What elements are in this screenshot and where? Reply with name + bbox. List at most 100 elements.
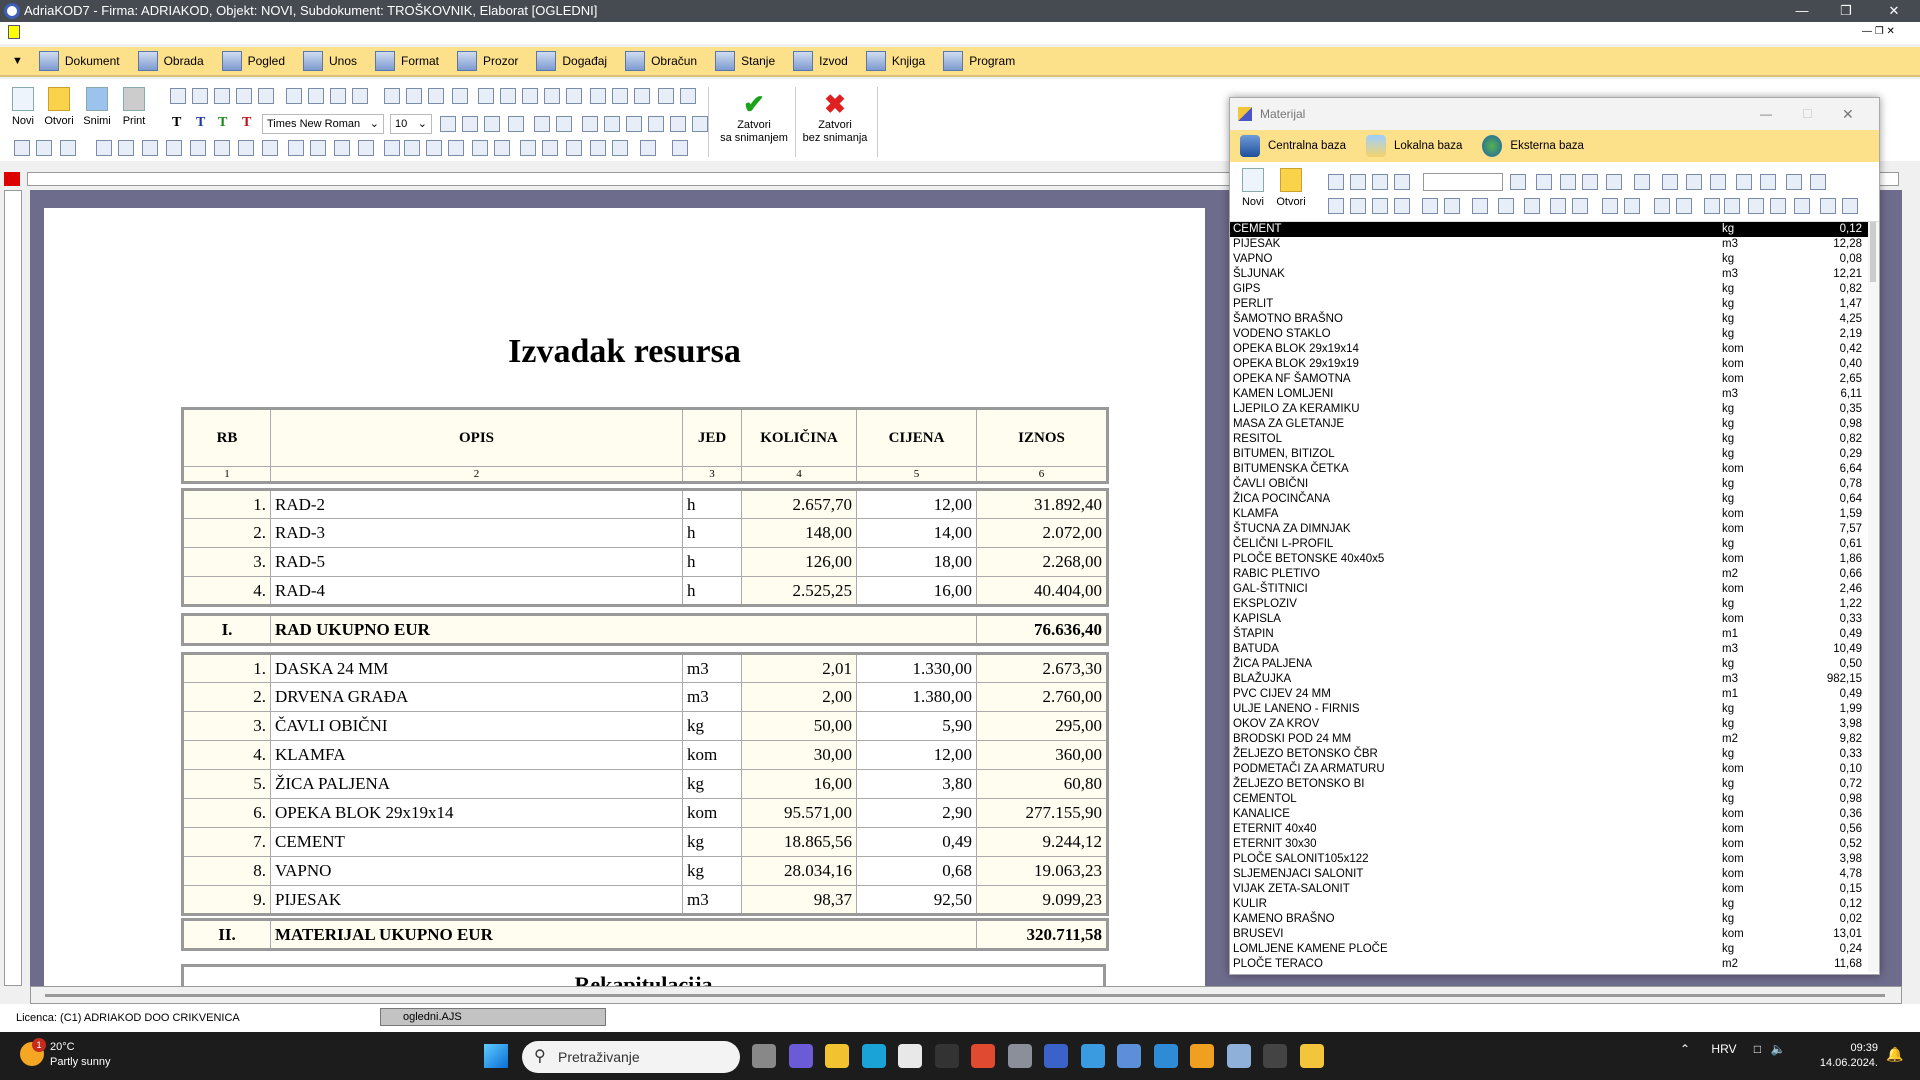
list-item[interactable]: KANALICE kom 0,36 [1230,807,1868,822]
chevron-up-icon[interactable]: ⌃ [1680,1042,1690,1056]
list-item[interactable]: PODMETAČI ZA ARMATURU kom 0,10 [1230,762,1868,777]
table-row[interactable]: 4. RAD-4 h 2.525,25 16,00 40.404,00 [182,576,1108,606]
format-icon[interactable] [692,116,708,132]
toolbar-icon[interactable] [1676,198,1692,214]
toolbar-icon[interactable] [1704,198,1720,214]
list-item[interactable]: CEMENTOL kg 0,98 [1230,792,1868,807]
taskbar-app-icon[interactable] [1226,1044,1251,1068]
list-item[interactable]: BLAŽUJKA m3 982,15 [1230,672,1868,687]
table-row[interactable]: 6. OPEKA BLOK 29x19x14 kom 95.571,00 2,90 277… [182,798,1108,828]
list-item[interactable]: LOMLJENE KAMENE PLOČE kg 0,24 [1230,942,1868,957]
toolbar-icon[interactable] [1634,174,1650,190]
paragraph-icon[interactable] [384,140,400,156]
paragraph-icon[interactable] [404,140,420,156]
taskbar-app-icon[interactable] [1007,1044,1032,1068]
format-icon[interactable] [648,116,664,132]
font-size-select[interactable]: 10 ⌄ [390,114,432,134]
taskbar-app-icon[interactable] [898,1044,922,1068]
toolbar-icon[interactable] [258,88,274,104]
list-item[interactable]: ŠAMOTNO BRAŠNO kg 4,25 [1230,312,1868,327]
list-item[interactable]: KULIR kg 0,12 [1230,897,1868,912]
menu-dropdown-arrow-icon[interactable]: ▼ [12,55,23,67]
close-button[interactable]: ✕ [1874,0,1914,22]
paragraph-icon[interactable] [96,140,112,156]
close-with-save-button[interactable]: ✔ Zatvori sa snimanjem [717,89,791,145]
paragraph-icon[interactable] [542,140,558,156]
list-item[interactable]: PLOČE BETONSKE 40x40x5 kom 1,86 [1230,552,1868,567]
table-row[interactable]: 2. DRVENA GRAĐA m3 2,00 1.380,00 2.760,00 [182,682,1108,712]
horizontal-scrollbar[interactable] [30,986,1902,1004]
toolbar-icon[interactable] [1372,174,1388,190]
toolbar-icon[interactable] [170,88,186,104]
menu-unos[interactable]: Unos [303,51,357,71]
list-item[interactable]: KAMEN LOMLJENI m3 6,11 [1230,387,1868,402]
table-row[interactable]: 2. RAD-3 h 148,00 14,00 2.072,00 [182,518,1108,548]
list-item[interactable]: PIJESAK m3 12,28 [1230,237,1868,252]
toolbar-icon[interactable] [1444,198,1460,214]
list-item[interactable]: RESITOL kg 0,82 [1230,432,1868,447]
format-icon[interactable] [440,116,456,132]
paragraph-icon[interactable] [472,140,488,156]
toolbar-icon[interactable] [1786,174,1802,190]
toolbar-icon[interactable] [1560,174,1576,190]
toolbar-icon[interactable] [1760,174,1776,190]
table-row[interactable]: 3. ČAVLI OBIČNI kg 50,00 5,90 295,00 [182,711,1108,741]
paragraph-icon[interactable] [238,140,254,156]
paragraph-icon[interactable] [142,140,158,156]
table-row[interactable]: 3. RAD-5 h 126,00 18,00 2.268,00 [182,547,1108,577]
toolbar-icon[interactable] [590,88,606,104]
table-row[interactable]: 1. DASKA 24 MM m3 2,01 1.330,00 2.673,30 [182,653,1108,683]
minimize-button[interactable]: — [1760,98,1772,130]
restore-button[interactable]: ❐ [1826,0,1866,22]
list-item[interactable]: PVC CIJEV 24 MM m1 0,49 [1230,687,1868,702]
paragraph-icon[interactable] [214,140,230,156]
list-item[interactable]: OKOV ZA KROV kg 3,98 [1230,717,1868,732]
minimize-button[interactable]: — [1782,0,1822,22]
toolbar-icon[interactable] [1770,198,1786,214]
list-item[interactable]: BITUMEN, BITIZOL kg 0,29 [1230,447,1868,462]
weather-widget[interactable]: 1 20°C Partly sunny [20,1038,111,1070]
clock[interactable]: 09:39 14.06.2024. [1812,1041,1878,1071]
maximize-button[interactable]: ☐ [1802,98,1813,130]
file-tab[interactable]: ogledni.AJS [380,1008,606,1026]
list-item[interactable]: ŠTUCNA ZA DIMNJAK kom 7,57 [1230,522,1868,537]
list-item[interactable]: BITUMENSKA ČETKA kom 6,64 [1230,462,1868,477]
format-icon[interactable] [508,116,524,132]
toolbar-icon[interactable] [192,88,208,104]
toolbar-icon[interactable] [1654,198,1670,214]
format-icon[interactable] [534,116,550,132]
toolbar-icon[interactable] [1736,174,1752,190]
list-item[interactable]: BRODSKI POD 24 MM m2 9,82 [1230,732,1868,747]
font-family-select[interactable]: Times New Roman ⌄ [262,114,384,134]
list-item[interactable]: BATUDA m3 10,49 [1230,642,1868,657]
mdi-controls[interactable]: — ❐ ✕ [1862,26,1895,37]
list-item[interactable]: VAPNO kg 0,08 [1230,252,1868,267]
toolbar-icon[interactable] [1350,198,1366,214]
toolbar-icon[interactable] [1710,174,1726,190]
menu-prozor[interactable]: Prozor [457,51,518,71]
paragraph-icon[interactable] [36,140,52,156]
toolbar-icon[interactable] [1536,174,1552,190]
toolbar-icon[interactable] [308,88,324,104]
paragraph-icon[interactable] [426,140,442,156]
taskbar-app-icon[interactable] [934,1044,959,1068]
paragraph-icon[interactable] [14,140,30,156]
base-lokalna-baza[interactable]: Lokalna baza [1366,135,1462,157]
list-item[interactable]: GAL-ŠTITNICI kom 2,46 [1230,582,1868,597]
toolbar-icon[interactable] [1810,174,1826,190]
format-icon[interactable] [462,116,478,132]
taskbar-app-icon[interactable] [752,1044,776,1068]
text-color-icon[interactable]: T [196,115,205,131]
taskbar-app-icon[interactable] [861,1044,886,1068]
paragraph-icon[interactable] [310,140,326,156]
paragraph-icon[interactable] [358,140,374,156]
format-icon[interactable] [556,116,572,132]
toolbar-icon[interactable] [1606,174,1622,190]
menu-stanje[interactable]: Stanje [715,51,775,71]
toolbar-icon[interactable] [1498,198,1514,214]
paragraph-icon[interactable] [334,140,350,156]
new-button[interactable]: Novi [6,87,40,127]
list-item[interactable]: OPEKA NF ŠAMOTNA kom 2,65 [1230,372,1868,387]
format-icon[interactable] [484,116,500,132]
toolbar-icon[interactable] [1662,174,1678,190]
